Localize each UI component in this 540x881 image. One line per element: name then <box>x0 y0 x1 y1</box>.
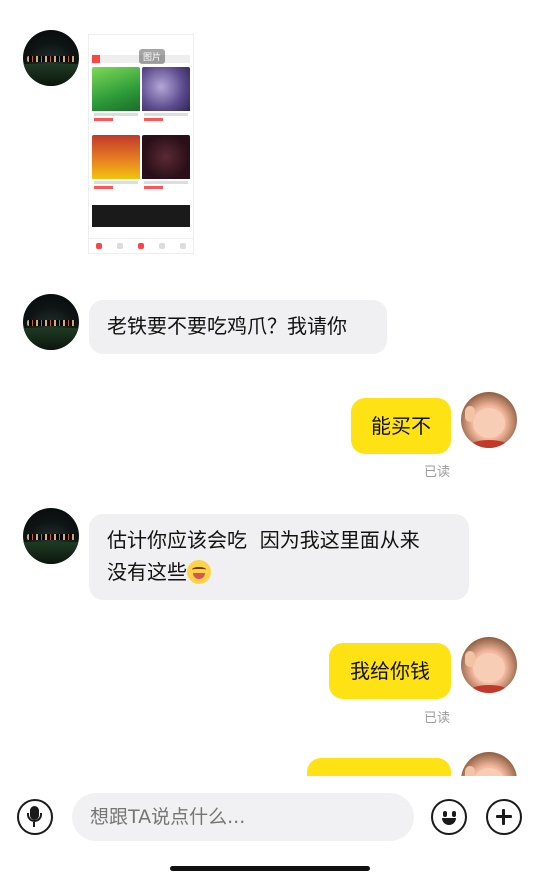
avatar-face <box>473 653 505 683</box>
message-text-line-1: 估计你应该会吃 因为我这里面从来 <box>107 528 420 552</box>
avatar-hand <box>465 406 475 422</box>
microphone-icon[interactable] <box>17 799 53 835</box>
grinning-tongue-emoji-icon <box>187 560 211 584</box>
message-text: 老铁要不要吃鸡爪？我请你 <box>107 314 347 338</box>
smiley-eye <box>443 811 447 817</box>
avatar-shirt <box>469 685 509 693</box>
read-receipt: 已读 <box>424 465 451 480</box>
screenshot-status-bar <box>89 35 193 47</box>
avatar-lights <box>27 56 75 62</box>
product-tile <box>142 67 190 133</box>
avatar-lights <box>27 534 75 540</box>
smiley-icon[interactable] <box>431 799 467 835</box>
contact-avatar[interactable] <box>23 508 79 564</box>
read-receipt: 已读 <box>424 711 451 726</box>
home-indicator[interactable] <box>170 866 370 871</box>
chat-screen: 图片 老铁要不要吃鸡爪？我请你 能买不 已读 估计你应该会吃 因为我这里面从来 … <box>0 0 540 881</box>
smiley-eye <box>452 811 456 817</box>
product-tile <box>92 135 140 201</box>
plus-icon[interactable] <box>486 799 522 835</box>
message-input[interactable] <box>72 793 414 841</box>
contact-avatar[interactable] <box>23 294 79 350</box>
smiley-mouth <box>442 818 456 825</box>
avatar-ground <box>23 542 79 564</box>
my-avatar[interactable] <box>461 637 517 693</box>
screenshot-bottom-nav <box>89 238 193 253</box>
avatar-ground <box>23 328 79 350</box>
screenshot-banner <box>92 205 190 227</box>
avatar-face <box>473 408 505 438</box>
avatar-ground <box>23 64 79 86</box>
contact-avatar[interactable] <box>23 30 79 86</box>
microphone-stem <box>33 822 35 827</box>
product-tile <box>142 135 190 201</box>
message-text: 能买不 <box>371 414 431 438</box>
message-text-line-2-text: 没有这些 <box>107 560 187 584</box>
avatar-shirt <box>469 440 509 448</box>
shared-screenshot-image[interactable]: 图片 <box>88 34 194 254</box>
chat-input-bar <box>0 776 540 856</box>
avatar-lights <box>27 320 75 326</box>
image-label-badge: 图片 <box>139 49 166 64</box>
microphone-cup <box>27 813 42 822</box>
message-text-line-2: 没有这些 <box>107 556 451 588</box>
outgoing-message-bubble[interactable]: 能买不 <box>351 398 451 454</box>
product-tile <box>92 67 140 133</box>
message-text: 我给你钱 <box>350 659 430 683</box>
incoming-message-bubble[interactable]: 估计你应该会吃 因为我这里面从来 没有这些 <box>89 514 469 600</box>
screenshot-product-grid <box>89 63 193 205</box>
avatar-hand <box>465 651 475 667</box>
outgoing-message-bubble[interactable]: 我给你钱 <box>329 643 451 699</box>
my-avatar[interactable] <box>461 392 517 448</box>
incoming-message-bubble[interactable]: 老铁要不要吃鸡爪？我请你 <box>89 300 387 354</box>
